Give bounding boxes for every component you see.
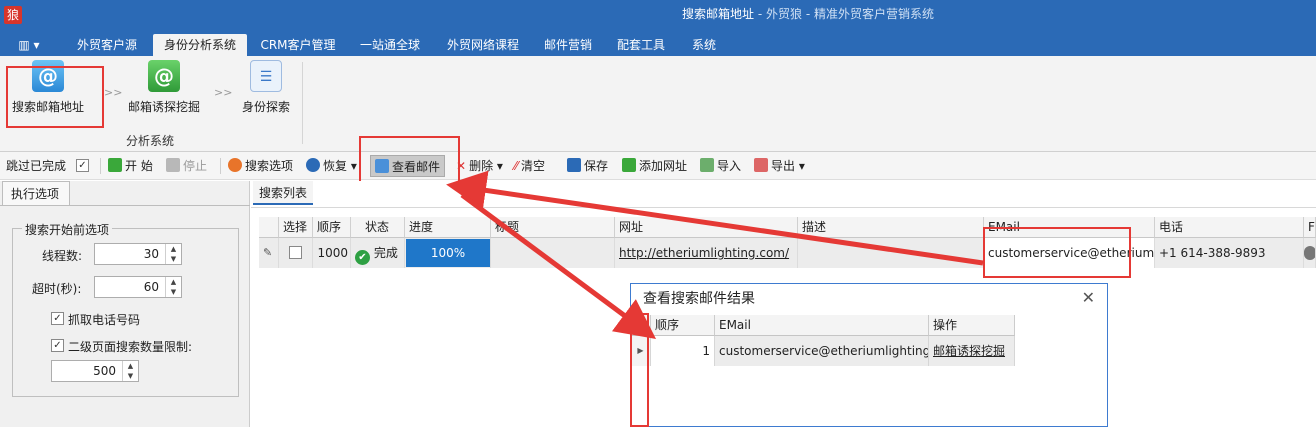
arrow-view-button-to-dialog xyxy=(460,192,657,339)
annotation-arrows xyxy=(446,170,984,339)
